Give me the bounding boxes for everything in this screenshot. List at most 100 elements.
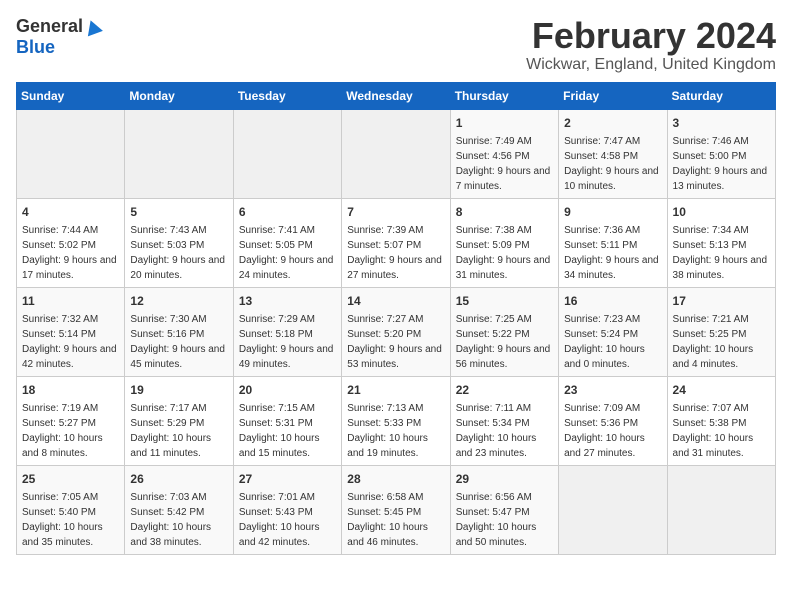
day-number: 22 <box>456 381 553 399</box>
day-number: 4 <box>22 203 119 221</box>
column-header-tuesday: Tuesday <box>233 82 341 109</box>
day-number: 28 <box>347 470 444 488</box>
calendar-cell: 7 Sunrise: 7:39 AMSunset: 5:07 PMDaylight… <box>342 198 450 287</box>
calendar-cell <box>667 465 775 554</box>
day-info: Sunrise: 7:44 AMSunset: 5:02 PMDaylight:… <box>22 223 119 283</box>
day-info: Sunrise: 7:21 AMSunset: 5:25 PMDaylight:… <box>673 312 770 372</box>
day-info: Sunrise: 7:27 AMSunset: 5:20 PMDaylight:… <box>347 312 444 372</box>
calendar-cell: 21Sunrise: 7:13 AMSunset: 5:33 PMDayligh… <box>342 376 450 465</box>
day-info: Sunrise: 7:49 AMSunset: 4:56 PMDaylight:… <box>456 134 553 194</box>
calendar-cell: 13 Sunrise: 7:29 AMSunset: 5:18 PMDayligh… <box>233 287 341 376</box>
calendar-cell <box>125 109 233 198</box>
day-number: 29 <box>456 470 553 488</box>
day-info: Sunrise: 7:15 AMSunset: 5:31 PMDaylight:… <box>239 401 336 461</box>
day-info: Sunrise: 6:56 AMSunset: 5:47 PMDaylight:… <box>456 490 553 550</box>
header-row: SundayMondayTuesdayWednesdayThursdayFrid… <box>17 82 776 109</box>
calendar-table: SundayMondayTuesdayWednesdayThursdayFrid… <box>16 82 776 555</box>
day-info: Sunrise: 7:17 AMSunset: 5:29 PMDaylight:… <box>130 401 227 461</box>
day-info: Sunrise: 7:32 AMSunset: 5:14 PMDaylight:… <box>22 312 119 372</box>
day-info: Sunrise: 7:39 AMSunset: 5:07 PMDaylight:… <box>347 223 444 283</box>
day-info: Sunrise: 7:38 AMSunset: 5:09 PMDaylight:… <box>456 223 553 283</box>
header: General Blue February 2024 Wickwar, Engl… <box>16 16 776 74</box>
day-info: Sunrise: 7:41 AMSunset: 5:05 PMDaylight:… <box>239 223 336 283</box>
calendar-cell: 3Sunrise: 7:46 AMSunset: 5:00 PMDaylight… <box>667 109 775 198</box>
day-number: 12 <box>130 292 227 310</box>
day-info: Sunrise: 7:47 AMSunset: 4:58 PMDaylight:… <box>564 134 661 194</box>
day-info: Sunrise: 7:19 AMSunset: 5:27 PMDaylight:… <box>22 401 119 461</box>
column-header-saturday: Saturday <box>667 82 775 109</box>
week-row-4: 18Sunrise: 7:19 AMSunset: 5:27 PMDayligh… <box>17 376 776 465</box>
calendar-cell: 2 Sunrise: 7:47 AMSunset: 4:58 PMDaylight… <box>559 109 667 198</box>
day-number: 25 <box>22 470 119 488</box>
column-header-sunday: Sunday <box>17 82 125 109</box>
day-info: Sunrise: 7:29 AMSunset: 5:18 PMDaylight:… <box>239 312 336 372</box>
day-info: Sunrise: 7:36 AMSunset: 5:11 PMDaylight:… <box>564 223 661 283</box>
day-number: 5 <box>130 203 227 221</box>
day-info: Sunrise: 7:23 AMSunset: 5:24 PMDaylight:… <box>564 312 661 372</box>
day-number: 26 <box>130 470 227 488</box>
calendar-cell: 22 Sunrise: 7:11 AMSunset: 5:34 PMDayligh… <box>450 376 558 465</box>
calendar-cell: 5 Sunrise: 7:43 AMSunset: 5:03 PMDaylight… <box>125 198 233 287</box>
calendar-cell: 12Sunrise: 7:30 AMSunset: 5:16 PMDayligh… <box>125 287 233 376</box>
calendar-cell: 20 Sunrise: 7:15 AMSunset: 5:31 PMDayligh… <box>233 376 341 465</box>
logo-icon <box>83 17 103 36</box>
day-number: 17 <box>673 292 770 310</box>
day-info: Sunrise: 7:09 AMSunset: 5:36 PMDaylight:… <box>564 401 661 461</box>
column-header-friday: Friday <box>559 82 667 109</box>
day-info: Sunrise: 7:13 AMSunset: 5:33 PMDaylight:… <box>347 401 444 461</box>
calendar-cell: 11 Sunrise: 7:32 AMSunset: 5:14 PMDayligh… <box>17 287 125 376</box>
location-title: Wickwar, England, United Kingdom <box>526 56 776 74</box>
day-number: 13 <box>239 292 336 310</box>
day-number: 11 <box>22 292 119 310</box>
calendar-cell: 16 Sunrise: 7:23 AMSunset: 5:24 PMDayligh… <box>559 287 667 376</box>
day-info: Sunrise: 7:25 AMSunset: 5:22 PMDaylight:… <box>456 312 553 372</box>
day-info: Sunrise: 7:46 AMSunset: 5:00 PMDaylight:… <box>673 134 770 194</box>
logo: General Blue <box>16 16 101 58</box>
day-number: 19 <box>130 381 227 399</box>
column-header-wednesday: Wednesday <box>342 82 450 109</box>
calendar-cell: 4 Sunrise: 7:44 AMSunset: 5:02 PMDaylight… <box>17 198 125 287</box>
calendar-cell: 8 Sunrise: 7:38 AMSunset: 5:09 PMDaylight… <box>450 198 558 287</box>
calendar-cell: 19 Sunrise: 7:17 AMSunset: 5:29 PMDayligh… <box>125 376 233 465</box>
day-number: 9 <box>564 203 661 221</box>
title-area: February 2024 Wickwar, England, United K… <box>526 16 776 74</box>
day-info: Sunrise: 7:01 AMSunset: 5:43 PMDaylight:… <box>239 490 336 550</box>
calendar-cell: 1 Sunrise: 7:49 AMSunset: 4:56 PMDaylight… <box>450 109 558 198</box>
day-number: 27 <box>239 470 336 488</box>
day-number: 8 <box>456 203 553 221</box>
day-number: 15 <box>456 292 553 310</box>
week-row-1: 1 Sunrise: 7:49 AMSunset: 4:56 PMDaylight… <box>17 109 776 198</box>
calendar-cell: 14 Sunrise: 7:27 AMSunset: 5:20 PMDayligh… <box>342 287 450 376</box>
calendar-cell <box>559 465 667 554</box>
day-number: 20 <box>239 381 336 399</box>
day-number: 1 <box>456 114 553 132</box>
logo-blue-text: Blue <box>16 37 55 58</box>
day-info: Sunrise: 7:07 AMSunset: 5:38 PMDaylight:… <box>673 401 770 461</box>
calendar-cell <box>342 109 450 198</box>
calendar-cell: 10 Sunrise: 7:34 AMSunset: 5:13 PMDayligh… <box>667 198 775 287</box>
calendar-cell: 25 Sunrise: 7:05 AMSunset: 5:40 PMDayligh… <box>17 465 125 554</box>
day-info: Sunrise: 7:03 AMSunset: 5:42 PMDaylight:… <box>130 490 227 550</box>
week-row-5: 25 Sunrise: 7:05 AMSunset: 5:40 PMDayligh… <box>17 465 776 554</box>
day-info: Sunrise: 7:11 AMSunset: 5:34 PMDaylight:… <box>456 401 553 461</box>
logo-general-text: General <box>16 16 83 37</box>
day-number: 7 <box>347 203 444 221</box>
day-number: 2 <box>564 114 661 132</box>
day-number: 23 <box>564 381 661 399</box>
day-info: Sunrise: 7:43 AMSunset: 5:03 PMDaylight:… <box>130 223 227 283</box>
calendar-cell: 9 Sunrise: 7:36 AMSunset: 5:11 PMDaylight… <box>559 198 667 287</box>
calendar-cell: 23 Sunrise: 7:09 AMSunset: 5:36 PMDayligh… <box>559 376 667 465</box>
calendar-cell: 24Sunrise: 7:07 AMSunset: 5:38 PMDayligh… <box>667 376 775 465</box>
day-number: 10 <box>673 203 770 221</box>
day-info: Sunrise: 7:34 AMSunset: 5:13 PMDaylight:… <box>673 223 770 283</box>
week-row-3: 11 Sunrise: 7:32 AMSunset: 5:14 PMDayligh… <box>17 287 776 376</box>
calendar-cell <box>233 109 341 198</box>
column-header-monday: Monday <box>125 82 233 109</box>
calendar-cell: 18Sunrise: 7:19 AMSunset: 5:27 PMDayligh… <box>17 376 125 465</box>
calendar-cell: 6 Sunrise: 7:41 AMSunset: 5:05 PMDaylight… <box>233 198 341 287</box>
day-number: 6 <box>239 203 336 221</box>
day-number: 16 <box>564 292 661 310</box>
calendar-cell <box>17 109 125 198</box>
day-info: Sunrise: 7:05 AMSunset: 5:40 PMDaylight:… <box>22 490 119 550</box>
day-number: 14 <box>347 292 444 310</box>
